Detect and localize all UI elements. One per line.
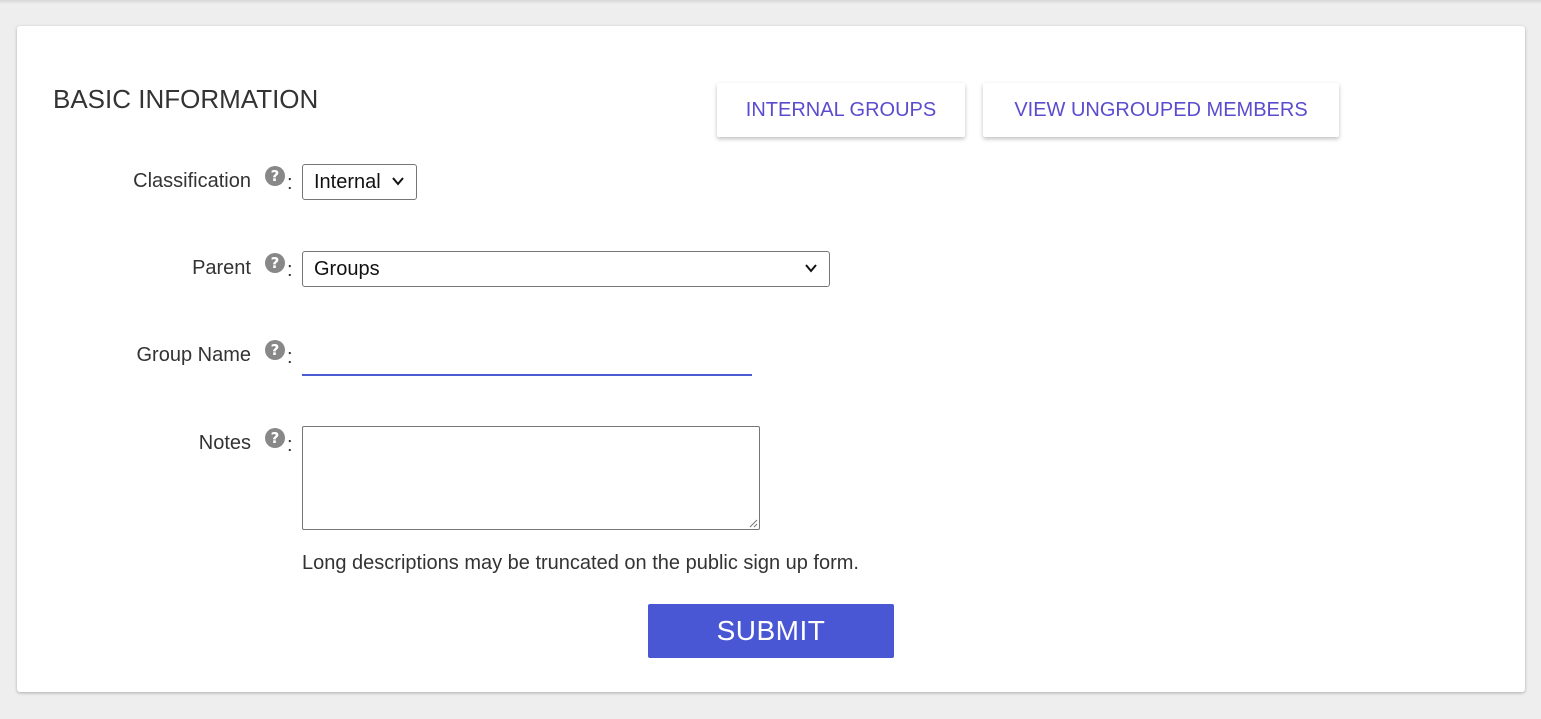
parent-colon: : bbox=[287, 259, 293, 281]
header-shadow bbox=[0, 0, 1541, 4]
notes-hint: Long descriptions may be truncated on th… bbox=[302, 552, 859, 574]
group-name-label: Group Name bbox=[136, 344, 252, 366]
group-name-help-icon[interactable]: ? bbox=[265, 340, 285, 360]
parent-help-icon[interactable]: ? bbox=[265, 253, 285, 273]
chevron-down-icon bbox=[392, 177, 404, 186]
notes-colon: : bbox=[287, 434, 293, 456]
group-name-input[interactable] bbox=[302, 338, 752, 376]
parent-label: Parent bbox=[192, 257, 251, 279]
classification-colon: : bbox=[287, 172, 293, 194]
notes-help-icon[interactable]: ? bbox=[265, 428, 285, 448]
classification-select[interactable]: Internal bbox=[302, 164, 417, 200]
resize-grip-icon[interactable] bbox=[748, 518, 758, 528]
parent-selected-value: Groups bbox=[314, 258, 380, 280]
basic-information-card: BASIC INFORMATION INTERNAL GROUPS VIEW U… bbox=[17, 26, 1525, 692]
section-title: BASIC INFORMATION bbox=[53, 84, 319, 114]
classification-help-icon[interactable]: ? bbox=[265, 166, 285, 186]
classification-label: Classification bbox=[133, 170, 251, 192]
chevron-down-icon bbox=[805, 264, 817, 273]
notes-textarea[interactable] bbox=[302, 426, 760, 530]
group-name-colon: : bbox=[287, 346, 293, 368]
parent-select[interactable]: Groups bbox=[302, 251, 830, 287]
notes-label: Notes bbox=[198, 432, 251, 454]
internal-groups-button[interactable]: INTERNAL GROUPS bbox=[717, 83, 965, 137]
submit-button[interactable]: SUBMIT bbox=[648, 604, 894, 658]
view-ungrouped-members-button[interactable]: VIEW UNGROUPED MEMBERS bbox=[983, 83, 1339, 137]
classification-selected-value: Internal bbox=[314, 171, 381, 193]
